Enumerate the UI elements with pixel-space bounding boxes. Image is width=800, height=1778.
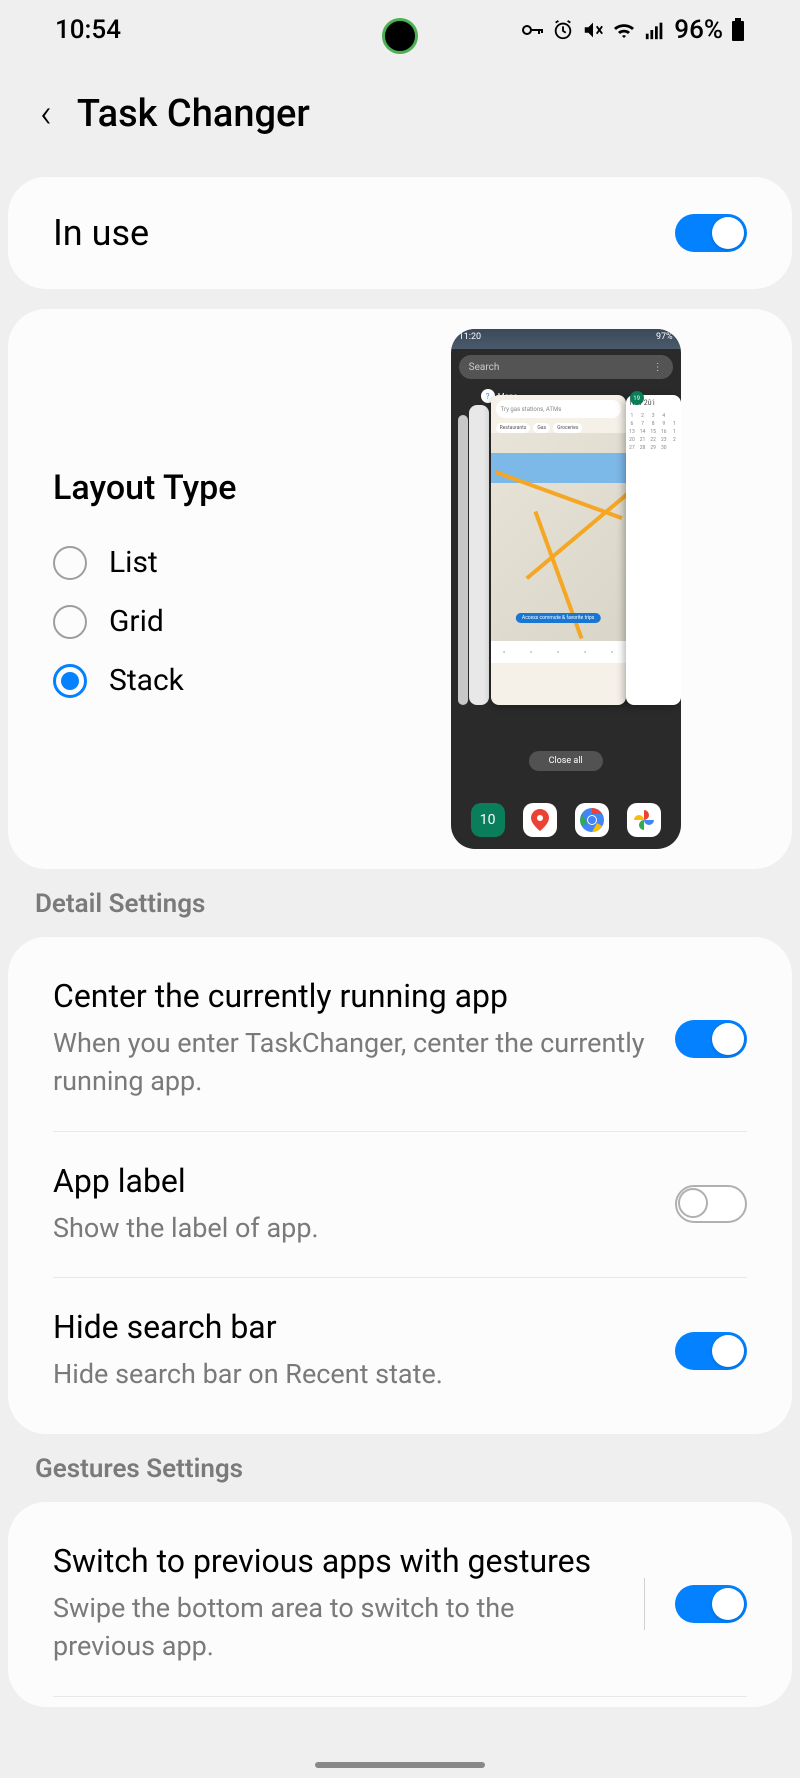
in-use-card: In use (8, 177, 792, 289)
dock-photos-icon (627, 803, 661, 837)
setting-description: Show the label of app. (53, 1210, 645, 1248)
layout-type-card: Layout Type List Grid Stack 11:20 97% Se… (8, 309, 792, 869)
setting-title: Center the currently running app (53, 977, 645, 1015)
preview-chip: Restaurants (496, 423, 531, 433)
home-indicator[interactable] (315, 1762, 485, 1768)
setting-description: When you enter TaskChanger, center the c… (53, 1025, 645, 1101)
front-camera-cutout (382, 18, 418, 54)
radio-label: Stack (109, 663, 184, 698)
wifi-icon (612, 18, 636, 42)
in-use-label: In use (53, 212, 149, 254)
setting-center-running-app[interactable]: Center the currently running app When yo… (53, 947, 747, 1132)
dock-chrome-icon (575, 803, 609, 837)
detail-settings-header: Detail Settings (0, 889, 800, 937)
preview-chip: Gas (533, 423, 550, 433)
setting-description: Swipe the bottom area to switch to the p… (53, 1590, 614, 1666)
preview-stack-card (469, 405, 489, 705)
preview-app-badge-calendar: 19 Calenda (630, 391, 676, 405)
setting-title: Hide search bar (53, 1308, 645, 1346)
hide-search-toggle[interactable] (675, 1332, 747, 1370)
layout-option-list[interactable]: List (53, 533, 339, 592)
preview-chip: Groceries (553, 423, 582, 433)
layout-type-title: Layout Type (53, 468, 339, 508)
mute-icon (582, 19, 604, 41)
dock-calendar-icon: 10 (471, 803, 505, 837)
layout-option-grid[interactable]: Grid (53, 592, 339, 651)
layout-option-stack[interactable]: Stack (53, 651, 339, 710)
preview-dock: 10 (451, 803, 681, 837)
radio-label: Grid (109, 604, 164, 639)
setting-app-label[interactable]: App label Show the label of app. (53, 1132, 747, 1279)
preview-phone: 11:20 97% Search ⋮ ? Maps Try gas statio… (451, 329, 681, 849)
preview-close-all-button: Close all (529, 751, 603, 771)
radio-label: List (109, 545, 158, 580)
app-header: ‹ Task Changer (0, 60, 800, 167)
setting-title: App label (53, 1162, 645, 1200)
battery-icon (731, 18, 745, 42)
status-time: 10:54 (55, 15, 121, 45)
preview-battery: 97% (656, 332, 673, 346)
preview-map-body: Access commute & favorite trips ▫▫▫▫▫ (491, 433, 626, 663)
setting-title: Switch to previous apps with gestures (53, 1542, 614, 1580)
in-use-toggle[interactable] (675, 214, 747, 252)
vpn-key-icon (520, 18, 544, 42)
alarm-icon (552, 19, 574, 41)
preview-stack-card-calendar: Nov 201 1234 67891 131415161 202122232 2… (626, 395, 681, 705)
center-app-toggle[interactable] (675, 1020, 747, 1058)
dock-maps-icon (523, 803, 557, 837)
back-button[interactable]: ‹ (40, 90, 52, 137)
status-bar: 10:54 96% (0, 0, 800, 60)
preview-stack-card-maps: Try gas stations, ATMs Restaurants Gas G… (491, 395, 626, 705)
signal-icon (644, 19, 666, 41)
radio-icon (53, 664, 87, 698)
radio-icon (53, 605, 87, 639)
divider (644, 1578, 645, 1630)
gesture-switch-toggle[interactable] (675, 1585, 747, 1623)
detail-settings-card: Center the currently running app When yo… (8, 937, 792, 1434)
preview-search-bar: Search ⋮ (459, 355, 673, 379)
layout-preview: 11:20 97% Search ⋮ ? Maps Try gas statio… (384, 309, 792, 869)
setting-description: Hide search bar on Recent state. (53, 1356, 645, 1394)
gestures-settings-card: Switch to previous apps with gestures Sw… (8, 1502, 792, 1707)
status-icons: 96% (520, 15, 745, 45)
preview-map-banner: Access commute & favorite trips (516, 613, 600, 623)
battery-percent: 96% (674, 15, 723, 45)
setting-hide-search-bar[interactable]: Hide search bar Hide search bar on Recen… (53, 1278, 747, 1424)
page-title: Task Changer (77, 92, 310, 136)
radio-icon (53, 546, 87, 580)
app-label-toggle[interactable] (675, 1185, 747, 1223)
setting-switch-previous-apps[interactable]: Switch to previous apps with gestures Sw… (53, 1512, 747, 1697)
preview-time: 11:20 (459, 332, 481, 346)
preview-map-search: Try gas stations, ATMs (496, 400, 621, 418)
gestures-settings-header: Gestures Settings (0, 1454, 800, 1502)
preview-stack-card (458, 415, 468, 705)
